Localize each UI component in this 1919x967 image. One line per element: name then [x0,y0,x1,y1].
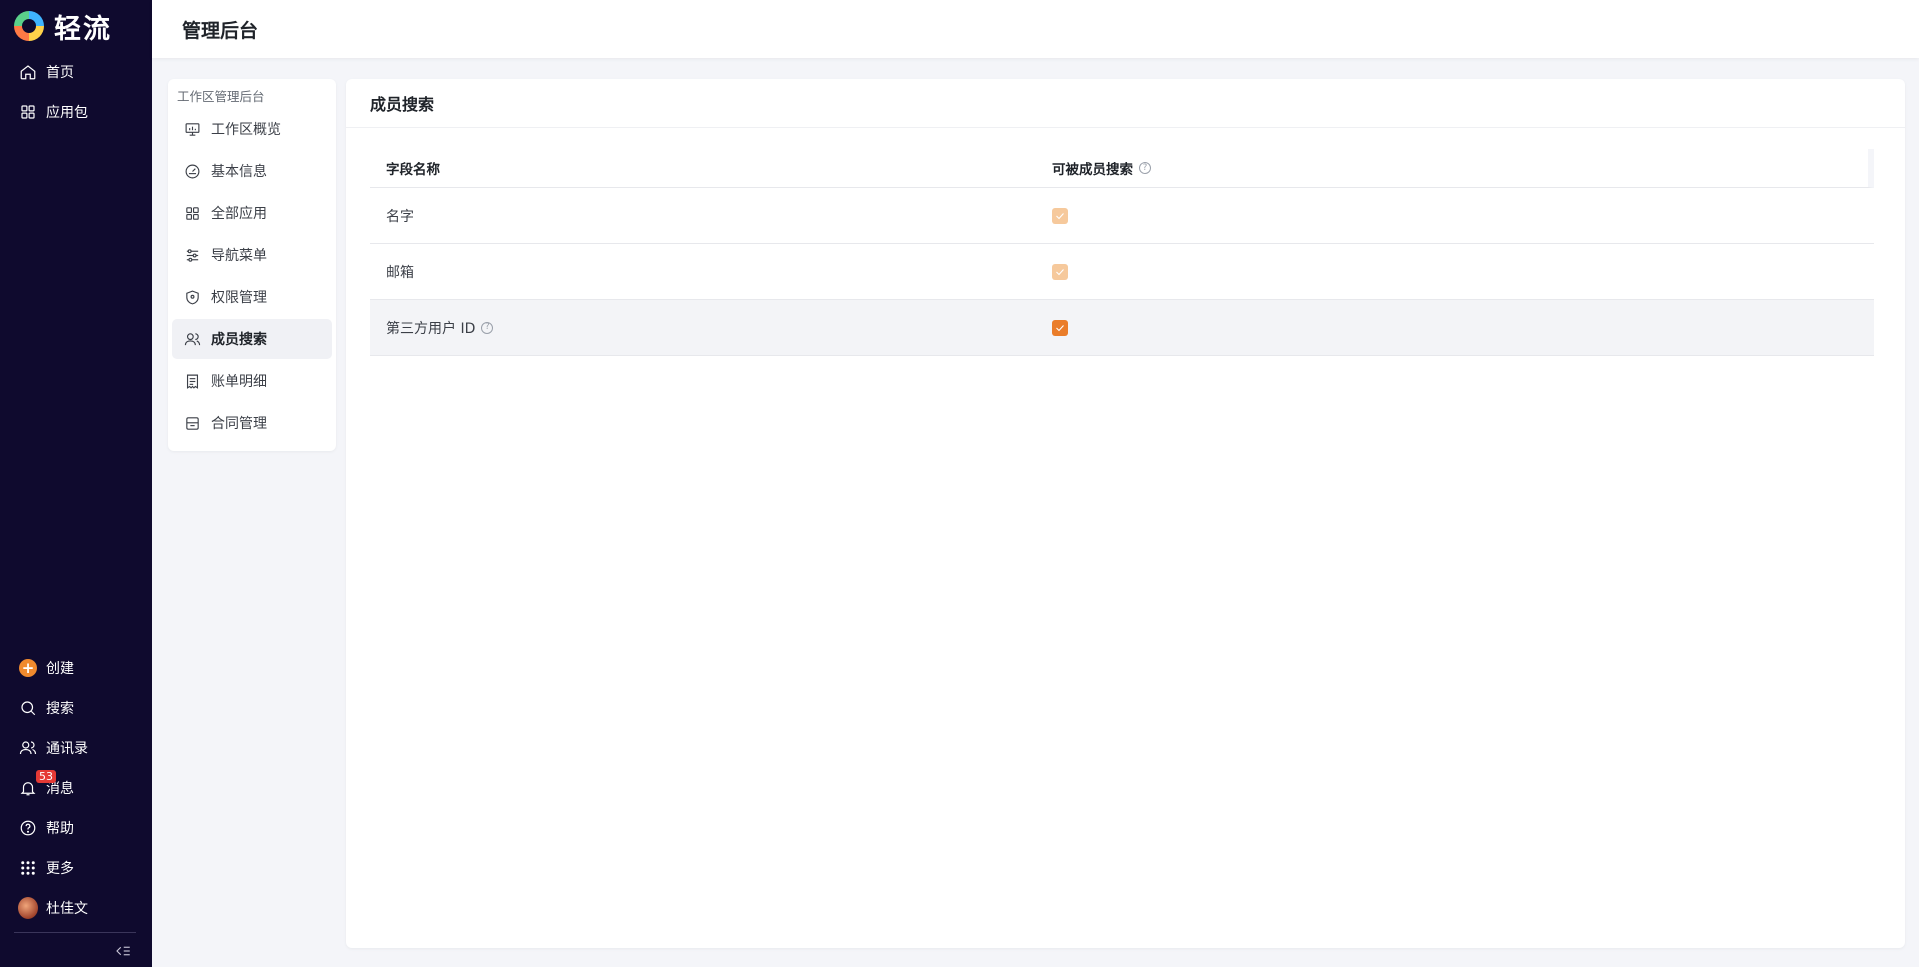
submenu-item-overview[interactable]: 工作区概览 [172,109,332,149]
avatar [18,897,38,919]
logo-mark-icon [14,11,44,41]
page-title: 管理后台 [182,19,259,42]
nav-item-label: 帮助 [46,821,74,837]
nav-item-label: 应用包 [46,105,88,121]
check-icon [1056,212,1064,219]
table-row: 邮箱 [370,244,1874,300]
dashboard-icon [182,161,202,181]
submenu-title: 工作区管理后台 [177,89,265,104]
nav-item-help[interactable]: 帮助 [0,808,152,848]
grid-icon [18,102,38,122]
column-header-searchable: 可被成员搜索 ? [1052,158,1868,178]
searchable-checkbox[interactable] [1052,263,1068,280]
submenu-item-label: 全部应用 [211,206,267,222]
submenu-item-all-apps[interactable]: 全部应用 [172,193,332,233]
nav-item-home[interactable]: 首页 [0,52,152,92]
secondary-nav: + 创建 搜索 通讯录 53 消息 帮助 更多 杜佳文 [0,648,152,928]
submenu-item-basic-info[interactable]: 基本信息 [172,151,332,191]
table-header-row: 字段名称 可被成员搜索 ? [370,149,1874,188]
field-name: 第三方用户 ID [386,320,476,337]
field-table: 字段名称 可被成员搜索 ? 名字 邮箱 第三方用户 ID ? [370,149,1874,356]
unread-badge: 53 [36,770,56,783]
submenu-item-label: 基本信息 [211,164,267,180]
searchable-checkbox[interactable] [1052,207,1068,224]
apps-icon [182,203,202,223]
table-row: 名字 [370,188,1874,244]
submenu-item-label: 成员搜索 [211,332,267,348]
nav-item-label: 更多 [46,861,74,877]
member-search-panel: 成员搜索 字段名称 可被成员搜索 ? 名字 邮箱 第三方用户 ID ? [346,79,1905,948]
table-row: 第三方用户 ID ? [370,300,1874,356]
monitor-chart-icon [182,119,202,139]
column-header-label: 可被成员搜索 [1052,162,1133,178]
field-name-cell: 第三方用户 ID ? [370,318,1052,338]
admin-submenu: 工作区管理后台 工作区概览 基本信息 全部应用 导航菜单 权限管理 成员搜索 账… [168,79,336,451]
submenu-item-nav-menu[interactable]: 导航菜单 [172,235,332,275]
field-name: 邮箱 [386,264,414,281]
primary-nav: 首页 应用包 [0,52,152,132]
column-header-label: 字段名称 [386,162,440,178]
nav-item-contacts[interactable]: 通讯录 [0,728,152,768]
submenu-item-label: 合同管理 [211,416,267,432]
nav-item-label: 首页 [46,65,74,81]
shield-icon [182,287,202,307]
submenu-item-label: 导航菜单 [211,248,267,264]
contract-icon [182,413,202,433]
contacts-icon [18,738,38,758]
app-sidebar: 轻流 首页 应用包 + 创建 搜索 通讯录 53 消息 帮助 更多 杜佳文 [0,0,152,967]
home-icon [18,62,38,82]
nav-item-search[interactable]: 搜索 [0,688,152,728]
brand-logo[interactable]: 轻流 [14,10,112,45]
submenu-item-billing[interactable]: 账单明细 [172,361,332,401]
brand-name: 轻流 [54,13,112,45]
check-icon [1056,324,1064,331]
sidebar-divider [14,932,136,933]
help-icon[interactable]: ? [1139,162,1151,174]
submenu-item-permissions[interactable]: 权限管理 [172,277,332,317]
searchable-checkbox[interactable] [1052,319,1068,336]
panel-header: 成员搜索 [346,79,1905,128]
top-header: 管理后台 [152,0,1919,58]
help-icon[interactable]: ? [481,321,494,334]
collapse-icon [116,946,130,956]
bell-icon [18,778,38,798]
receipt-icon [182,371,202,391]
user-name: 杜佳文 [46,901,88,917]
submenu-item-contracts[interactable]: 合同管理 [172,403,332,443]
nav-item-create[interactable]: + 创建 [0,648,152,688]
nav-item-label: 搜索 [46,701,74,717]
nav-item-label: 创建 [46,661,74,677]
nav-item-label: 通讯录 [46,741,88,757]
submenu-item-label: 工作区概览 [211,122,281,138]
searchable-cell [1052,207,1874,224]
help-circle-icon [18,818,38,838]
search-icon [18,698,38,718]
submenu-item-label: 账单明细 [211,374,267,390]
field-name: 名字 [386,208,414,225]
column-header-field: 字段名称 [370,158,1052,178]
check-icon [1056,268,1064,275]
nav-item-more[interactable]: 更多 [0,848,152,888]
searchable-cell [1052,263,1874,280]
field-name-cell: 名字 [370,206,1052,226]
plus-circle-icon: + [18,658,38,678]
sliders-icon [182,245,202,265]
panel-title: 成员搜索 [370,95,435,114]
dots-grid-icon [18,858,38,878]
users-icon [182,329,202,349]
submenu-item-member-search[interactable]: 成员搜索 [172,319,332,359]
nav-item-profile[interactable]: 杜佳文 [0,888,152,928]
nav-item-app-packages[interactable]: 应用包 [0,92,152,132]
field-name-cell: 邮箱 [370,262,1052,282]
collapse-sidebar-button[interactable] [114,942,132,960]
searchable-cell [1052,319,1874,336]
nav-item-messages[interactable]: 53 消息 [0,768,152,808]
submenu-item-label: 权限管理 [211,290,267,306]
